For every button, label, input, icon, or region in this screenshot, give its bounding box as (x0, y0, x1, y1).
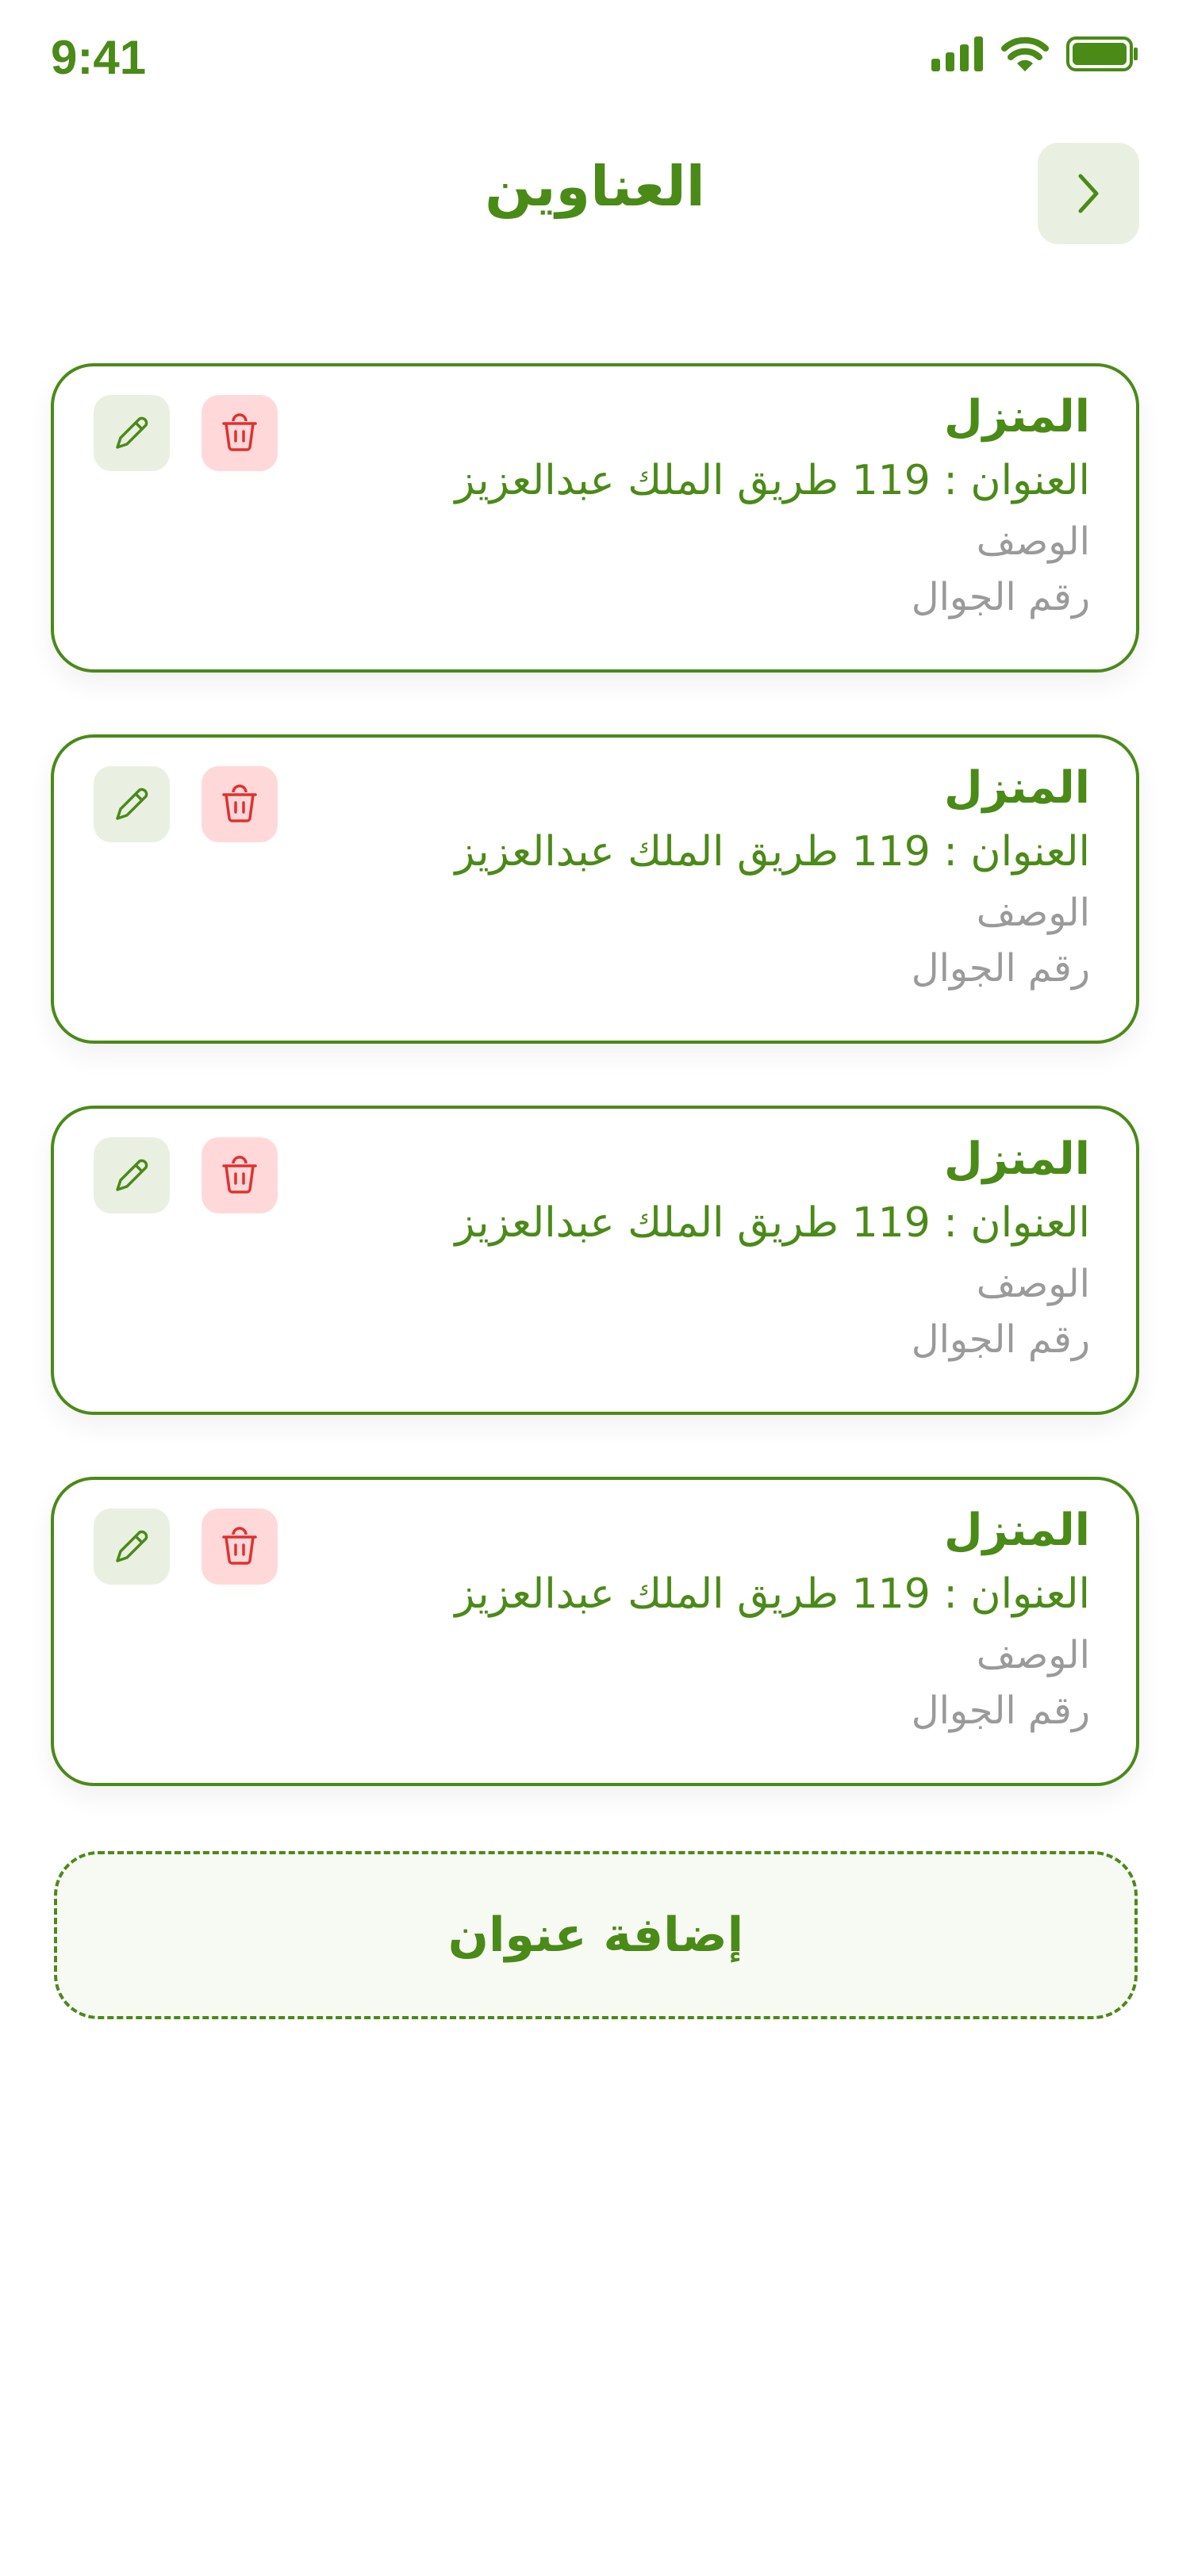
status-bar: 9:41 (0, 0, 1190, 111)
trash-icon (222, 413, 257, 451)
address-title: المنزل (943, 762, 1090, 814)
chevron-right-icon (1078, 174, 1099, 213)
address-description: الوصف (976, 519, 1090, 564)
status-icons (931, 36, 1139, 71)
card-actions (94, 395, 278, 471)
trash-icon (222, 1527, 257, 1565)
card-actions (94, 1137, 278, 1213)
address-card-text: المنزل العنوان : 119 طريق الملك عبدالعزي… (455, 1501, 1090, 1738)
pencil-icon (116, 416, 148, 449)
address-card-text: المنزل العنوان : 119 طريق الملك عبدالعزي… (455, 387, 1090, 625)
address-card[interactable]: المنزل العنوان : 119 طريق الملك عبدالعزي… (51, 363, 1139, 673)
delete-button[interactable] (202, 766, 278, 842)
address-list: المنزل العنوان : 119 طريق الملك عبدالعزي… (51, 363, 1139, 1848)
edit-button[interactable] (94, 395, 170, 471)
delete-button[interactable] (202, 1137, 278, 1213)
back-button[interactable] (1038, 143, 1139, 244)
address-title: المنزل (943, 391, 1090, 443)
edit-button[interactable] (94, 1508, 170, 1585)
address-line: العنوان : 119 طريق الملك عبدالعزيز (455, 1199, 1090, 1247)
address-phone: رقم الجوال (911, 946, 1090, 991)
address-card-text: المنزل العنوان : 119 طريق الملك عبدالعزي… (455, 1129, 1090, 1367)
address-line: العنوان : 119 طريق الملك عبدالعزيز (455, 457, 1090, 504)
add-address-button[interactable]: إضافة عنوان (54, 1851, 1138, 2019)
delete-button[interactable] (202, 1508, 278, 1585)
card-actions (94, 766, 278, 842)
page-title: العناوين (485, 154, 705, 219)
edit-button[interactable] (94, 1137, 170, 1213)
address-description: الوصف (976, 1262, 1090, 1306)
trash-icon (222, 1156, 257, 1194)
signal-icon (931, 36, 983, 71)
address-card[interactable]: المنزل العنوان : 119 طريق الملك عبدالعزي… (51, 734, 1139, 1044)
address-line: العنوان : 119 طريق الملك عبدالعزيز (455, 828, 1090, 876)
address-description: الوصف (976, 891, 1090, 935)
address-line: العنوان : 119 طريق الملك عبدالعزيز (455, 1570, 1090, 1618)
address-card[interactable]: المنزل العنوان : 119 طريق الملك عبدالعزي… (51, 1477, 1139, 1786)
address-phone: رقم الجوال (911, 575, 1090, 619)
add-address-label: إضافة عنوان (447, 1907, 744, 1963)
wifi-icon (1001, 36, 1049, 71)
address-card[interactable]: المنزل العنوان : 119 طريق الملك عبدالعزي… (51, 1106, 1139, 1415)
pencil-icon (116, 1159, 148, 1191)
trash-icon (222, 784, 257, 822)
pencil-icon (116, 788, 148, 820)
address-phone: رقم الجوال (911, 1317, 1090, 1362)
card-actions (94, 1508, 278, 1585)
edit-button[interactable] (94, 766, 170, 842)
header: العناوين (0, 143, 1190, 246)
address-title: المنزل (943, 1505, 1090, 1556)
address-title: المنزل (943, 1133, 1090, 1185)
battery-icon (1066, 36, 1138, 71)
pencil-icon (116, 1530, 148, 1562)
status-time: 9:41 (51, 31, 147, 84)
address-card-text: المنزل العنوان : 119 طريق الملك عبدالعزي… (455, 758, 1090, 996)
delete-button[interactable] (202, 395, 278, 471)
address-phone: رقم الجوال (911, 1689, 1090, 1733)
address-description: الوصف (976, 1633, 1090, 1677)
